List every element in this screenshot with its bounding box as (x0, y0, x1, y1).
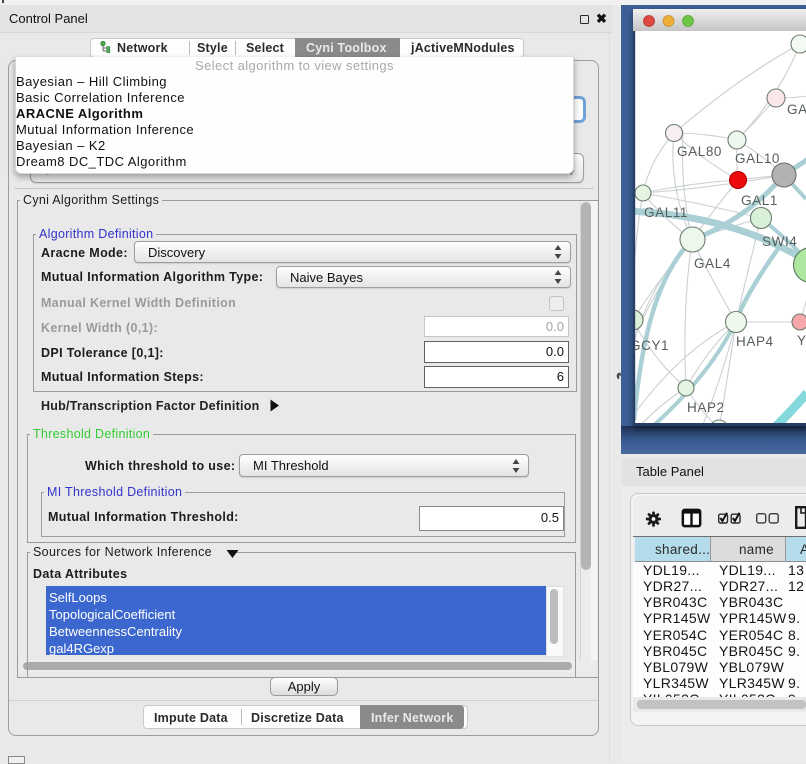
svg-text:GAL4: GAL4 (694, 256, 731, 271)
svg-text:GAL11: GAL11 (644, 205, 688, 220)
svg-text:HAP2: HAP2 (687, 400, 725, 415)
svg-text:HAP4: HAP4 (736, 334, 774, 349)
svg-text:GAL1: GAL1 (741, 193, 778, 208)
svg-text:GAL: GAL (787, 102, 806, 117)
svg-text:GAL80: GAL80 (677, 144, 722, 159)
svg-text:GAL10: GAL10 (735, 151, 780, 166)
svg-text:GCY1: GCY1 (633, 338, 669, 353)
svg-text:Y: Y (797, 333, 806, 348)
svg-text:SWI4: SWI4 (762, 234, 797, 249)
